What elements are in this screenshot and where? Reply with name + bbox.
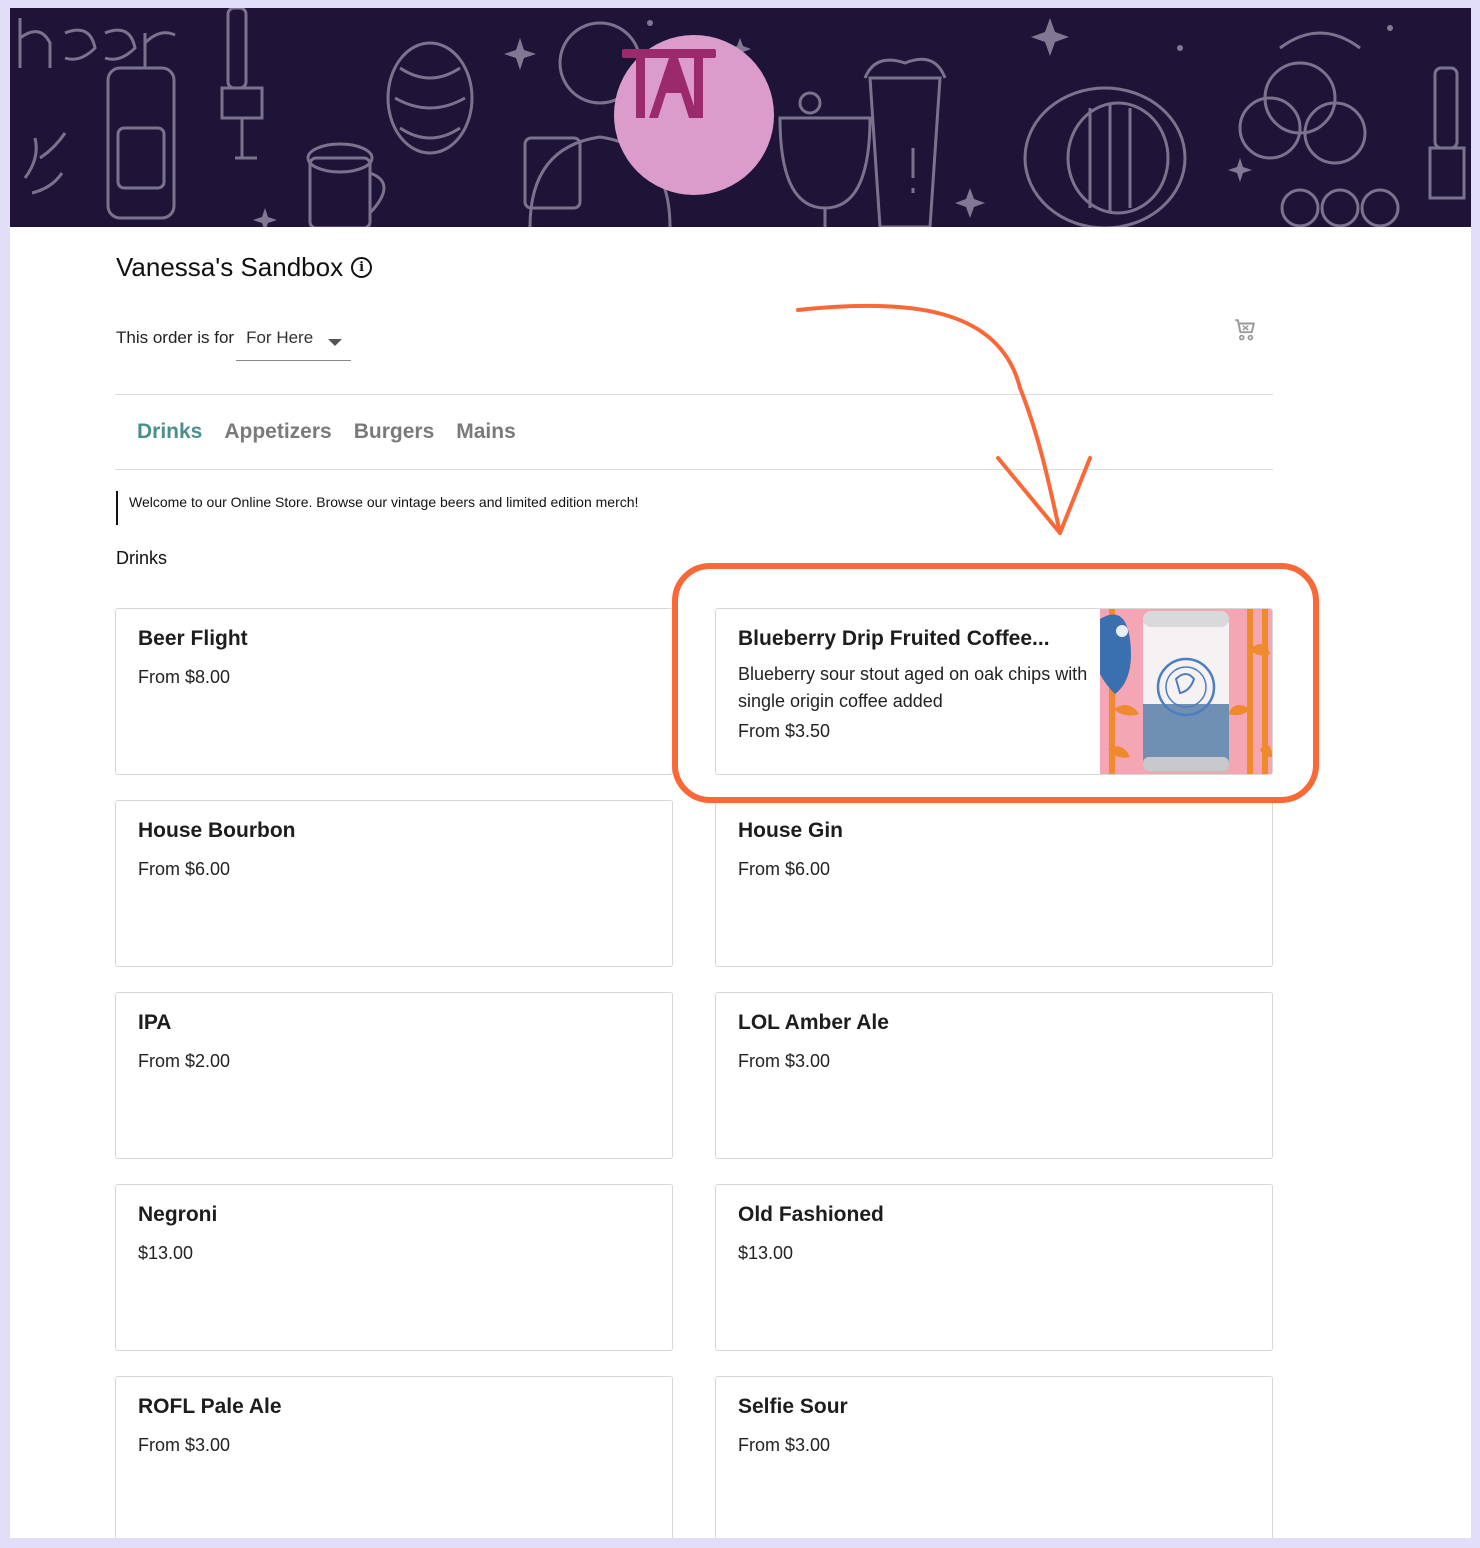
item-price: $13.00	[738, 1243, 794, 1263]
item-price: From $2.00	[138, 1051, 231, 1071]
item-price: From $3.00	[738, 1435, 831, 1455]
item-card-old-fashioned[interactable]: Old Fashioned $13.00	[715, 1184, 1273, 1351]
item-card-selfie-sour[interactable]: Selfie Sour From $3.00	[715, 1376, 1273, 1538]
order-type-label: This order is for	[116, 328, 235, 347]
tab-mains[interactable]: Mains	[456, 420, 516, 444]
category-tabs: Drinks Appetizers Burgers Mains	[115, 394, 1273, 470]
store-logo	[614, 35, 774, 195]
order-type-select[interactable]: For Here	[236, 326, 352, 361]
item-card-house-bourbon[interactable]: House Bourbon From $6.00	[115, 800, 673, 967]
item-name: LOL Amber Ale	[738, 1011, 889, 1034]
cart-icon[interactable]	[1232, 317, 1258, 343]
item-price: From $6.00	[738, 859, 831, 879]
tab-burgers[interactable]: Burgers	[354, 420, 435, 444]
item-name: IPA	[138, 1011, 172, 1034]
store-banner	[10, 8, 1471, 227]
logo-mark	[622, 49, 716, 118]
item-price: From $6.00	[138, 859, 231, 879]
section-title: Drinks	[116, 548, 168, 568]
item-card-rofl-pale-ale[interactable]: ROFL Pale Ale From $3.00	[115, 1376, 673, 1538]
item-card-beer-flight[interactable]: Beer Flight From $8.00	[115, 608, 673, 775]
item-price: $13.00	[138, 1243, 194, 1263]
item-card-lol-amber-ale[interactable]: LOL Amber Ale From $3.00	[715, 992, 1273, 1159]
store-name: Vanessa's Sandbox	[116, 252, 344, 282]
order-type-row: This order is for For Here	[116, 326, 352, 361]
item-name: House Bourbon	[138, 819, 296, 842]
store-title: Vanessa's Sandbox i	[116, 252, 373, 283]
item-card-blueberry-drip[interactable]: Blueberry Drip Fruited Coffee... Blueber…	[715, 608, 1273, 775]
item-description: Blueberry sour stout aged on oak chips w…	[738, 664, 1088, 711]
beer-can-image	[1100, 609, 1272, 774]
item-name: Selfie Sour	[738, 1395, 848, 1418]
page-frame: Vanessa's Sandbox i This order is for Fo…	[10, 8, 1471, 1538]
item-card-house-gin[interactable]: House Gin From $6.00	[715, 800, 1273, 967]
item-card-ipa[interactable]: IPA From $2.00	[115, 992, 673, 1159]
info-icon[interactable]: i	[351, 257, 373, 278]
item-name: House Gin	[738, 819, 844, 842]
item-name: ROFL Pale Ale	[138, 1395, 282, 1418]
item-price: From $8.00	[138, 667, 231, 687]
item-card-negroni[interactable]: Negroni $13.00	[115, 1184, 673, 1351]
chevron-down-icon	[328, 339, 343, 346]
item-name: Negroni	[138, 1203, 218, 1226]
tab-drinks[interactable]: Drinks	[137, 420, 202, 444]
welcome-message: Welcome to our Online Store. Browse our …	[116, 491, 638, 525]
item-price: From $3.00	[738, 1051, 831, 1071]
order-type-value: For Here	[246, 328, 314, 347]
tab-appetizers[interactable]: Appetizers	[224, 420, 331, 444]
item-price: From $3.00	[138, 1435, 231, 1455]
item-name: Old Fashioned	[738, 1203, 884, 1226]
item-name: Beer Flight	[138, 627, 248, 650]
